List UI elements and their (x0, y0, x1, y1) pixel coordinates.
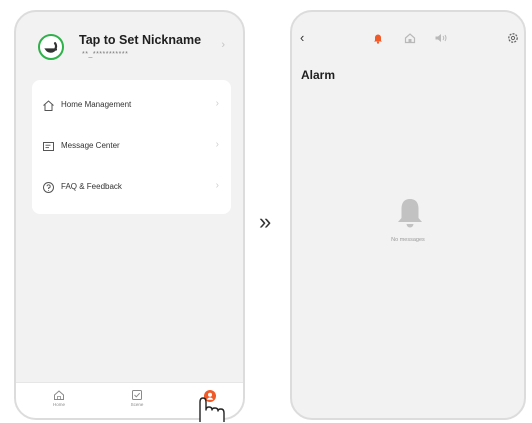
chevron-right-icon: › (221, 39, 225, 51)
pointing-hand-icon (199, 397, 225, 422)
menu-item-home-management[interactable]: Home Management › (32, 86, 231, 126)
next-step-arrow: » (259, 209, 272, 234)
nickname-label: Tap to Set Nickname (79, 33, 202, 47)
back-button[interactable]: ‹ (300, 30, 304, 45)
me-screen: Tap to Set Nickname **_*********** › Hom… (14, 10, 245, 420)
menu-list: Home Management › Message Center › FAQ &… (32, 80, 231, 214)
menu-item-label: Home Management (61, 100, 132, 109)
chevron-right-icon: › (215, 98, 219, 109)
empty-state-text: No messages (391, 237, 425, 243)
speaker-icon[interactable] (434, 32, 448, 44)
menu-item-label: FAQ & Feedback (61, 182, 122, 191)
alarm-bell-icon[interactable] (372, 32, 384, 44)
menu-item-message-center[interactable]: Message Center › (32, 127, 231, 167)
profile-header[interactable]: Tap to Set Nickname **_*********** › (30, 24, 233, 72)
brand-logo-icon (38, 34, 64, 60)
help-circle-icon (43, 182, 54, 193)
gear-icon[interactable] (507, 32, 519, 44)
alarm-screen: ‹ Alarm No messages (290, 10, 526, 420)
tab-scene[interactable]: Scene (117, 387, 157, 417)
menu-item-faq-feedback[interactable]: FAQ & Feedback › (32, 168, 231, 208)
account-id: **_*********** (82, 51, 129, 58)
menu-item-label: Message Center (61, 141, 120, 150)
chevron-right-icon: › (215, 139, 219, 150)
home-icon (54, 390, 64, 400)
scene-checkbox-icon (132, 390, 142, 400)
bell-empty-state-icon (398, 199, 422, 228)
house-icon (43, 100, 54, 111)
home-tab-icon[interactable] (404, 32, 416, 44)
chevron-right-icon: › (215, 180, 219, 191)
tab-label: Scene (130, 402, 144, 407)
message-icon (43, 142, 54, 151)
page-title: Alarm (301, 68, 336, 82)
tab-label: Home (52, 402, 65, 407)
tab-home[interactable]: Home (39, 387, 79, 417)
